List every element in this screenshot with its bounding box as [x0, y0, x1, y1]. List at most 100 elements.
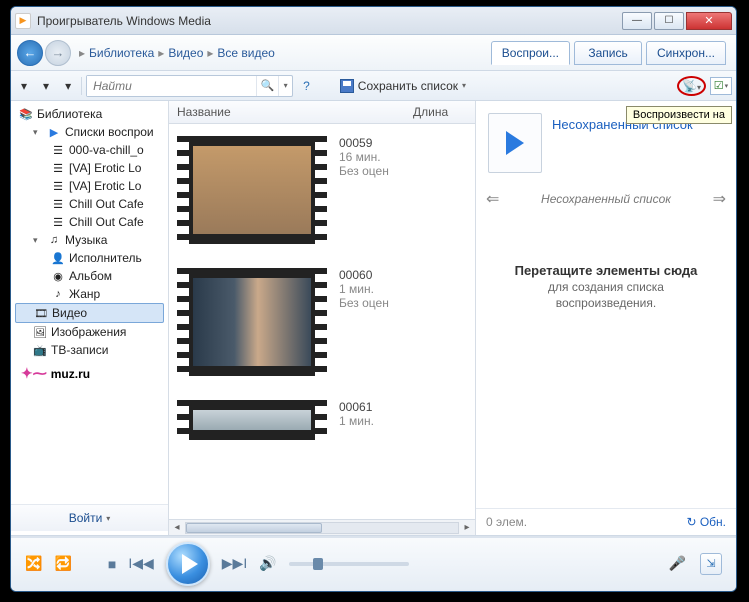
video-icon: 🎞 — [34, 306, 48, 320]
breadcrumb-all-video[interactable]: Все видео — [217, 46, 274, 60]
tree-album[interactable]: ◉Альбом — [11, 267, 168, 285]
organize-menu[interactable]: ▾ — [15, 77, 33, 95]
video-duration: 1 мин. — [339, 282, 389, 296]
tree-playlist-item[interactable]: ☰000-va-chill_o — [11, 141, 168, 159]
playlist-drop-zone[interactable]: Перетащите элементы сюда для создания сп… — [476, 213, 736, 508]
list-icon: ☰ — [51, 143, 65, 157]
tree-video[interactable]: 🎞 Видео — [15, 303, 164, 323]
drop-sub2: воспроизведения. — [556, 296, 656, 310]
search-icon[interactable]: 🔍 — [256, 76, 278, 96]
help-button[interactable]: ? — [297, 77, 316, 95]
mute-button[interactable]: 🔊 — [259, 555, 276, 572]
maximize-button[interactable] — [654, 12, 684, 30]
muz-ru-service[interactable]: ✦⁓ muz.ru — [11, 359, 168, 388]
tab-play[interactable]: Воспрои... — [491, 41, 570, 65]
app-window: Проигрыватель Windows Media ← → ▸ Библио… — [10, 6, 737, 592]
options-check-button[interactable]: ☑▾ — [710, 77, 732, 95]
star-icon: ✦⁓ — [21, 365, 47, 382]
tree-tv[interactable]: 📺 ТВ-записи — [11, 341, 168, 359]
stream-menu[interactable]: ▾ — [37, 77, 55, 95]
tab-burn[interactable]: Запись — [574, 41, 642, 65]
breadcrumb: ▸ Библиотека ▸ Видео ▸ Все видео — [79, 46, 491, 60]
video-item[interactable]: 00059 16 мин. Без оцен — [169, 124, 475, 256]
nav-back-button[interactable]: ← — [17, 40, 43, 66]
video-list[interactable]: 00059 16 мин. Без оцен 00060 1 мин. Без … — [169, 124, 475, 519]
list-icon: ☰ — [51, 215, 65, 229]
nav-forward-button[interactable]: → — [45, 40, 71, 66]
prev-list-button[interactable]: ⇐ — [486, 189, 499, 209]
chevron-down-icon: ▾ — [106, 514, 110, 523]
stop-button[interactable]: ■ — [108, 556, 116, 572]
horizontal-scrollbar[interactable]: ◂ ▸ — [169, 519, 475, 535]
genre-icon: ♪ — [51, 287, 65, 301]
video-thumbnail — [177, 268, 327, 376]
app-icon — [15, 13, 31, 29]
play-button[interactable] — [166, 542, 210, 586]
tree-images[interactable]: 🖼 Изображения — [11, 323, 168, 341]
tree-playlist-item[interactable]: ☰Chill Out Cafe — [11, 195, 168, 213]
artist-icon: 👤 — [51, 251, 65, 265]
create-playlist-menu[interactable]: ▾ — [59, 77, 77, 95]
tv-icon: 📺 — [33, 343, 47, 357]
tree-playlist-item[interactable]: ☰[VA] Erotic Lo — [11, 159, 168, 177]
login-label: Войти — [69, 511, 103, 525]
login-bar[interactable]: Войти ▾ — [11, 504, 168, 531]
video-id: 00060 — [339, 268, 389, 282]
shuffle-button[interactable]: 🔀 — [25, 555, 42, 572]
search-box[interactable]: 🔍 ▾ — [86, 75, 293, 97]
mic-button[interactable]: 🎤 — [669, 555, 686, 572]
list-icon: ☰ — [51, 197, 65, 211]
collapse-icon[interactable]: ▾ — [33, 127, 43, 138]
tree-playlist-item[interactable]: ☰Chill Out Cafe — [11, 213, 168, 231]
prev-track-button[interactable]: I◀◀ — [128, 555, 153, 572]
volume-knob[interactable] — [313, 558, 323, 570]
scroll-left-icon[interactable]: ◂ — [169, 522, 185, 533]
play-to-button[interactable]: 📡▾ — [677, 76, 706, 96]
chevron-right-icon: ▸ — [79, 46, 85, 60]
next-list-button[interactable]: ⇒ — [713, 189, 726, 209]
tree-genre[interactable]: ♪Жанр — [11, 285, 168, 303]
nav-tree: 📚 Библиотека ▾ ▶ Списки воспрои ☰000-va-… — [11, 105, 168, 504]
list-header: Название Длина — [169, 101, 475, 124]
close-button[interactable] — [686, 12, 732, 30]
search-dropdown-icon[interactable]: ▾ — [278, 76, 292, 96]
chevron-down-icon: ▾ — [462, 81, 466, 90]
content-area: Название Длина 00059 16 мин. Без оцен — [169, 101, 736, 535]
playlist-status-bar: 0 элем. ↻ Обн. — [476, 508, 736, 535]
nav-bar: ← → ▸ Библиотека ▸ Видео ▸ Все видео Вос… — [11, 35, 736, 71]
next-track-button[interactable]: ▶▶I — [222, 555, 247, 572]
tab-sync[interactable]: Синхрон... — [646, 41, 726, 65]
switch-view-button[interactable]: ⇲ — [700, 553, 722, 575]
scroll-thumb[interactable] — [186, 523, 322, 533]
minimize-button[interactable] — [622, 12, 652, 30]
search-input[interactable] — [87, 76, 256, 96]
tooltip-play-to: Воспроизвести на — [626, 106, 732, 124]
refresh-button[interactable]: ↻ Обн. — [686, 515, 726, 529]
item-count: 0 элем. — [486, 515, 527, 529]
video-rating: Без оцен — [339, 164, 389, 178]
save-list-button[interactable]: Сохранить список ▾ — [334, 77, 472, 95]
save-icon — [340, 79, 354, 93]
repeat-button[interactable]: 🔁 — [54, 555, 71, 572]
video-item[interactable]: 00060 1 мин. Без оцен — [169, 256, 475, 388]
tree-playlists[interactable]: ▾ ▶ Списки воспрои — [11, 123, 168, 141]
chevron-right-icon: ▸ — [158, 46, 164, 60]
list-icon: ☰ — [51, 179, 65, 193]
video-thumbnail — [177, 136, 327, 244]
volume-slider[interactable] — [289, 562, 409, 566]
tree-library[interactable]: 📚 Библиотека — [11, 105, 168, 123]
column-name[interactable]: Название — [169, 101, 405, 123]
scroll-right-icon[interactable]: ▸ — [459, 522, 475, 533]
scroll-track[interactable] — [185, 522, 459, 534]
tree-artist[interactable]: 👤Исполнитель — [11, 249, 168, 267]
video-item[interactable]: 00061 1 мин. — [169, 388, 475, 440]
play-icon — [506, 131, 524, 155]
breadcrumb-library[interactable]: Библиотека — [89, 46, 154, 60]
breadcrumb-video[interactable]: Видео — [168, 46, 203, 60]
tree-playlist-item[interactable]: ☰[VA] Erotic Lo — [11, 177, 168, 195]
collapse-icon[interactable]: ▾ — [33, 235, 43, 246]
seek-bar[interactable] — [11, 536, 736, 538]
tree-music[interactable]: ▾ ♫ Музыка — [11, 231, 168, 249]
playlist-pane: Несохраненный список ✕ ⇐ Несохраненный с… — [476, 101, 736, 535]
column-length[interactable]: Длина — [405, 101, 475, 123]
